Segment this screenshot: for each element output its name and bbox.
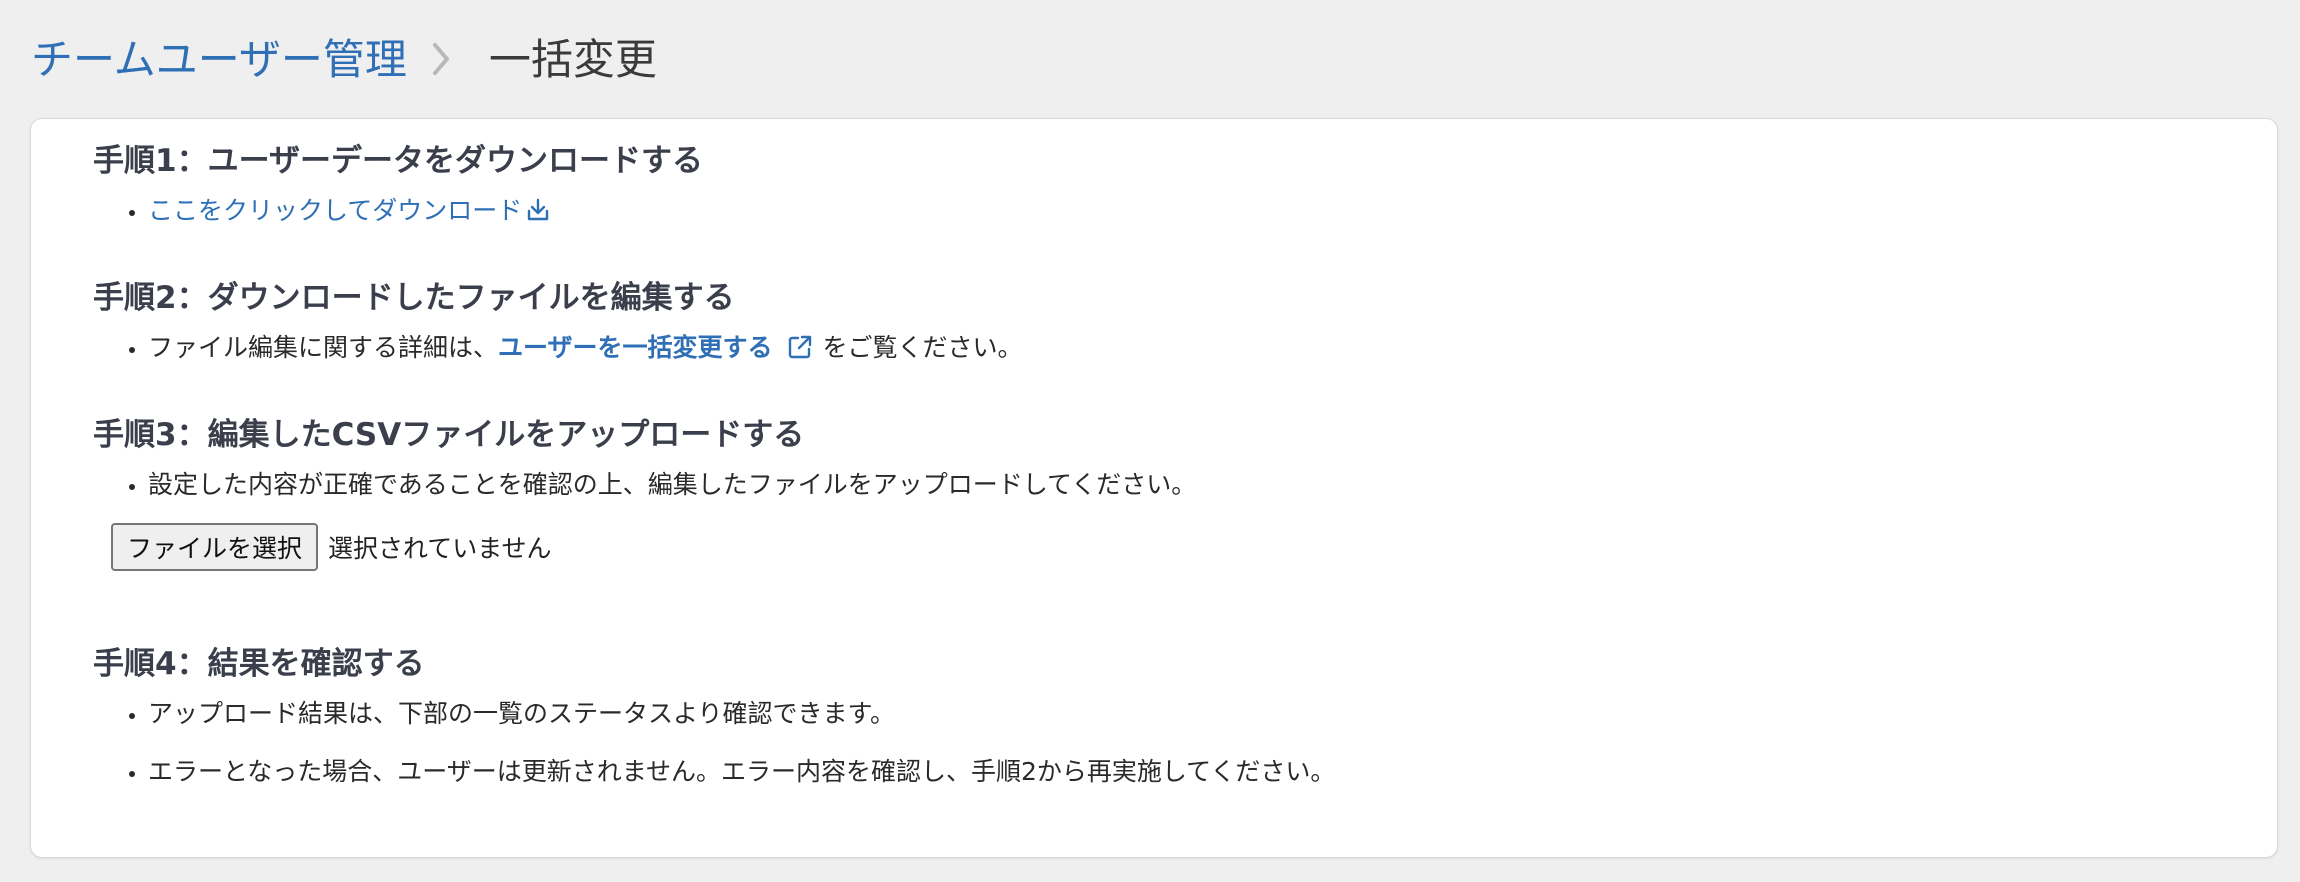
help-link-label: ユーザーを一括変更する (498, 333, 773, 362)
step-1-title: 手順1：ユーザーデータをダウンロードする (93, 143, 703, 179)
step-2-text-after: をご覧ください。 (822, 333, 1023, 362)
step-4-list: アップロード結果は、下部の一覧のステータスより確認できます。 エラーとなった場合… (93, 694, 2237, 792)
choose-file-button[interactable]: ファイルを選択 (111, 523, 319, 571)
chevron-right-icon (431, 38, 451, 75)
step-3-section: 手順3：編集したCSVファイルをアップロードする 設定した内容が正確であることを… (93, 413, 2237, 571)
list-item: エラーとなった場合、ユーザーは更新されません。エラー内容を確認し、手順2から再実… (148, 752, 2237, 792)
list-item: ファイル編集に関する詳細は、ユーザーを一括変更する をご覧ください。 (148, 328, 2237, 372)
list-item: アップロード結果は、下部の一覧のステータスより確認できます。 (148, 694, 2237, 734)
step-2-text-before: ファイル編集に関する詳細は、 (148, 333, 499, 362)
download-link-label: ここをクリックしてダウンロード (148, 196, 523, 225)
page-title: 一括変更 (488, 34, 657, 84)
step-1-section: 手順1：ユーザーデータをダウンロードする ここをクリックしてダウンロード (93, 139, 2237, 253)
step-1-list: ここをクリックしてダウンロード (93, 191, 2237, 235)
step-3-title: 手順3：編集したCSVファイルをアップロードする (93, 417, 805, 453)
list-item: 設定した内容が正確であることを確認の上、編集したファイルをアップロードしてくださ… (148, 465, 2237, 505)
download-icon (526, 195, 550, 235)
external-link-icon (787, 332, 813, 372)
file-selection-status: 選択されていません (328, 534, 552, 563)
step-2-list: ファイル編集に関する詳細は、ユーザーを一括変更する をご覧ください。 (93, 328, 2237, 372)
bulk-change-panel: 手順1：ユーザーデータをダウンロードする ここをクリックしてダウンロード 手順2… (30, 118, 2278, 858)
download-link[interactable]: ここをクリックしてダウンロード (148, 196, 550, 225)
breadcrumb-team-user-management-link[interactable]: チームユーザー管理 (31, 26, 407, 87)
breadcrumb: チームユーザー管理 一括変更 (31, 26, 657, 86)
list-item: ここをクリックしてダウンロード (148, 191, 2237, 235)
file-upload-control: ファイルを選択 選択されていません (111, 523, 2237, 571)
step-4-section: 手順4：結果を確認する アップロード結果は、下部の一覧のステータスより確認できま… (93, 642, 2237, 810)
bulk-change-users-help-link[interactable]: ユーザーを一括変更する (498, 333, 813, 362)
step-3-list: 設定した内容が正確であることを確認の上、編集したファイルをアップロードしてくださ… (93, 465, 2237, 505)
step-4-title: 手順4：結果を確認する (93, 646, 425, 682)
step-2-title: 手順2：ダウンロードしたファイルを編集する (93, 280, 735, 316)
step-2-section: 手順2：ダウンロードしたファイルを編集する ファイル編集に関する詳細は、ユーザー… (93, 276, 2237, 390)
